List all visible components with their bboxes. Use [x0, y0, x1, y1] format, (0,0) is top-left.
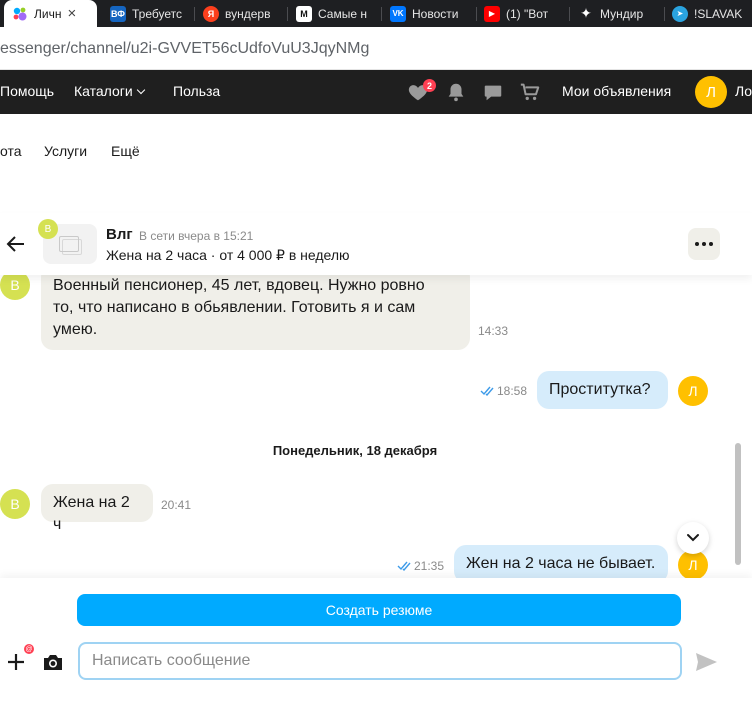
- chevron-down-icon: [136, 85, 145, 95]
- telegram-icon: ➤: [672, 5, 688, 22]
- message-bubble-outgoing: Проститутка?: [537, 371, 668, 409]
- chat-header: В Влг В сети вчера в 15:21 Жена на 2 час…: [0, 213, 752, 275]
- yandex-icon: Я: [203, 5, 219, 22]
- nav-catalogs[interactable]: Каталоги: [74, 83, 145, 99]
- browser-tab[interactable]: ВФ Требуетс: [110, 0, 188, 27]
- seller-mini-avatar: В: [38, 219, 58, 239]
- date-separator: Понедельник, 18 декабря: [272, 443, 438, 458]
- m-icon: M: [296, 5, 312, 22]
- message-bubble-incoming: Военный пенсионер, 45 лет, вдовец. Нужно…: [41, 265, 470, 350]
- camera-icon[interactable]: [42, 652, 64, 672]
- tab-label: Требуетс: [132, 6, 182, 21]
- close-tab-icon[interactable]: ×: [67, 5, 76, 22]
- message-time: 20:41: [161, 498, 192, 512]
- message-time: 21:35: [414, 559, 445, 573]
- message-bubble-outgoing: Жен на 2 часа не бывает.: [454, 545, 668, 580]
- browser-tab[interactable]: ✦ Мундир: [578, 0, 658, 27]
- online-status: В сети вчера в 15:21: [139, 229, 254, 243]
- browser-tab[interactable]: VK Новости: [390, 0, 470, 27]
- plus-icon[interactable]: [6, 652, 26, 672]
- tab-label: вундерв: [225, 6, 271, 21]
- message-text-line: умею.: [53, 321, 98, 338]
- message-bubble-incoming: Жена на 2 ч: [41, 484, 153, 533]
- more-options-button[interactable]: [688, 228, 720, 260]
- browser-tab[interactable]: M Самые н: [296, 0, 374, 27]
- message-time: 14:33: [478, 324, 509, 338]
- browser-tab-active[interactable]: Личн ×: [4, 0, 97, 27]
- tab-label: Самые н: [318, 6, 367, 21]
- browser-tab[interactable]: ➤ !SLAVAK: [672, 0, 752, 27]
- tab-label: Личн: [34, 6, 62, 21]
- send-icon[interactable]: [694, 652, 718, 672]
- dot: [709, 242, 713, 246]
- double-check-icon: [397, 561, 411, 571]
- tab-divider: [476, 7, 477, 21]
- message-list[interactable]: В Военный пенсионер, 45 лет, вдовец. Нуж…: [0, 265, 752, 580]
- tab-label: (1) "Вот: [506, 6, 549, 21]
- nav-catalogs-label: Каталоги: [74, 83, 133, 99]
- message-input[interactable]: [78, 642, 682, 680]
- bell-icon[interactable]: [445, 81, 467, 103]
- message-time: 18:58: [497, 384, 528, 398]
- subnav-item-services[interactable]: Услуги: [44, 143, 87, 159]
- user-avatar[interactable]: Л: [695, 76, 727, 108]
- scroll-to-bottom-button[interactable]: [677, 522, 709, 554]
- tab-label: !SLAVAK: [694, 6, 743, 21]
- tab-label: Новости: [412, 6, 459, 21]
- favorites-count-badge: 2: [423, 79, 436, 92]
- tab-divider: [194, 7, 195, 21]
- message-composer: Создать резюме @: [0, 578, 752, 725]
- vf-icon: ВФ: [110, 5, 126, 22]
- nav-useful[interactable]: Польза: [173, 83, 220, 99]
- user-avatar-small[interactable]: Л: [678, 550, 708, 580]
- avito-icon: [12, 6, 28, 22]
- url-text[interactable]: essenger/channel/u2i-GVVET56cUdfoVuU3Jqy…: [0, 40, 369, 58]
- nav-help[interactable]: Помощь: [0, 83, 54, 99]
- tab-label: Мундир: [600, 6, 644, 21]
- app-root: Личн × ВФ Требуетс Я вундерв M Самые н V…: [0, 0, 752, 725]
- chat-bubble-icon[interactable]: [482, 81, 504, 103]
- scrollbar-thumb[interactable]: [735, 443, 741, 565]
- dot: [695, 242, 699, 246]
- cart-icon[interactable]: [519, 81, 541, 103]
- sparkle-icon: ✦: [580, 5, 592, 21]
- chevron-down-icon: [687, 534, 699, 542]
- dot: [702, 242, 706, 246]
- tab-divider: [381, 7, 382, 21]
- tab-divider: [569, 7, 570, 21]
- youtube-icon: ▶: [484, 5, 500, 22]
- browser-tab-strip: Личн × ВФ Требуетс Я вундерв M Самые н V…: [0, 0, 752, 27]
- user-avatar-small[interactable]: Л: [678, 376, 708, 406]
- message-text-line: то, что написано в обьявлении. Готовить …: [53, 299, 416, 316]
- subnav-item-more[interactable]: Ещё: [111, 143, 140, 159]
- tab-divider: [287, 7, 288, 21]
- message-text-line: Военный пенсионер, 45 лет, вдовец. Нужно…: [53, 277, 425, 294]
- seller-avatar[interactable]: В: [0, 489, 30, 519]
- subnav-item-work[interactable]: ота: [0, 143, 22, 159]
- tab-divider: [664, 7, 665, 21]
- back-arrow-icon[interactable]: [6, 234, 26, 254]
- attach-badge: @: [24, 644, 34, 654]
- browser-tab[interactable]: ▶ (1) "Вот: [484, 0, 564, 27]
- address-bar[interactable]: essenger/channel/u2i-GVVET56cUdfoVuU3Jqy…: [0, 27, 752, 70]
- site-header: Помощь Каталоги Польза Мои объявления Ло: [0, 70, 752, 114]
- user-name-label[interactable]: Ло: [735, 83, 752, 99]
- chat-contact-name[interactable]: Влг: [106, 226, 133, 243]
- image-placeholder-icon: [59, 236, 79, 252]
- create-resume-button[interactable]: Создать резюме: [77, 594, 681, 626]
- ad-title-line[interactable]: Жена на 2 часа · от 4 000 ₽ в неделю: [106, 247, 350, 264]
- double-check-icon: [480, 386, 494, 396]
- browser-tab[interactable]: Я вундерв: [203, 0, 281, 27]
- my-ads-link[interactable]: Мои объявления: [562, 83, 671, 99]
- vk-icon: VK: [390, 5, 406, 22]
